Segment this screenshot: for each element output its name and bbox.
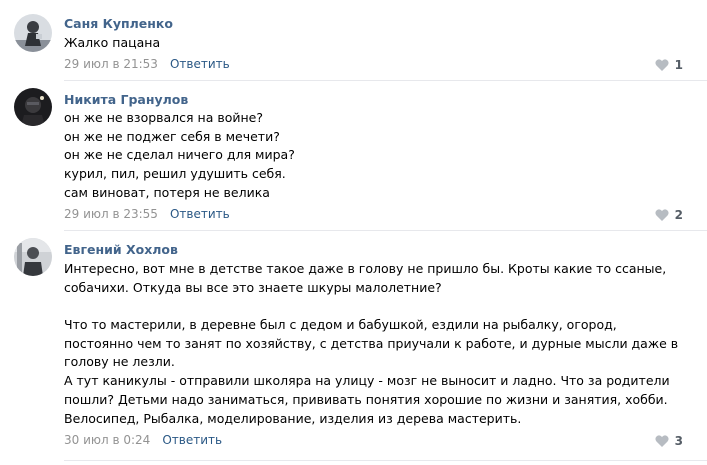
like-button[interactable]: 3 bbox=[655, 434, 683, 448]
comment-meta: 30 июл в 0:24 Ответить bbox=[64, 433, 222, 447]
comment-meta: 29 июл в 23:55 Ответить bbox=[64, 207, 230, 221]
comment-line: Интересно, вот мне в детстве такое даже … bbox=[64, 261, 667, 276]
like-count: 3 bbox=[674, 434, 683, 448]
like-count: 1 bbox=[674, 58, 683, 72]
comment-author[interactable]: Саня Купленко bbox=[64, 16, 173, 31]
comment-separator bbox=[64, 230, 707, 231]
like-button[interactable]: 2 bbox=[655, 208, 683, 222]
comment-line: голову не лезли. bbox=[64, 354, 175, 370]
comment-separator bbox=[64, 80, 707, 81]
comment-date[interactable]: 29 июл в 21:53 bbox=[64, 57, 158, 71]
comment-meta: 29 июл в 21:53 Ответить bbox=[64, 57, 230, 71]
avatar[interactable] bbox=[14, 14, 52, 52]
comment-line: постоянно чем то занят по хозяйству, с д… bbox=[64, 335, 679, 351]
comment-line: он же не взорвался на войне? bbox=[64, 110, 263, 125]
comment-date[interactable]: 29 июл в 23:55 bbox=[64, 207, 158, 221]
comment-line: Велосипед, Рыбалка, моделирование, издел… bbox=[64, 410, 522, 426]
comment-text: Интересно, вот мне в детстве такое даже … bbox=[64, 260, 694, 428]
comment-author[interactable]: Евгений Хохлов bbox=[64, 242, 178, 257]
comment-text: он же не взорвался на войне? он же не по… bbox=[64, 109, 694, 202]
heart-icon bbox=[655, 59, 669, 71]
comment-line: собачихи. Откуда вы все это знаете шкуры… bbox=[64, 279, 442, 295]
reply-button[interactable]: Ответить bbox=[162, 433, 222, 447]
heart-icon bbox=[655, 209, 669, 221]
comment-separator bbox=[64, 460, 707, 461]
comment-text: Жалко пацана bbox=[64, 34, 694, 53]
comment-author[interactable]: Никита Гранулов bbox=[64, 92, 188, 107]
comment-line: он же не сделал ничего для мира? bbox=[64, 147, 295, 163]
comment-line: А тут каникулы - отправили школяра на ул… bbox=[64, 373, 670, 389]
comment-line: Что то мастерили, в деревне был с дедом … bbox=[64, 317, 617, 333]
comment-line: курил, пил, решил удушить себя. bbox=[64, 166, 286, 182]
like-button[interactable]: 1 bbox=[655, 58, 683, 72]
comment-date[interactable]: 30 июл в 0:24 bbox=[64, 433, 150, 447]
comment-line: сам виноват, потеря не велика bbox=[64, 184, 270, 200]
comment-line: Жалко пацана bbox=[64, 35, 161, 50]
comment-line: он же не поджег себя в мечети? bbox=[64, 128, 280, 144]
comment-line: пошли? Детьми надо заниматься, прививать… bbox=[64, 391, 668, 407]
comment-line bbox=[64, 297, 694, 316]
heart-icon bbox=[655, 435, 669, 447]
avatar[interactable] bbox=[14, 88, 52, 126]
reply-button[interactable]: Ответить bbox=[170, 207, 230, 221]
like-count: 2 bbox=[674, 208, 683, 222]
avatar[interactable] bbox=[14, 238, 52, 276]
reply-button[interactable]: Ответить bbox=[170, 57, 230, 71]
